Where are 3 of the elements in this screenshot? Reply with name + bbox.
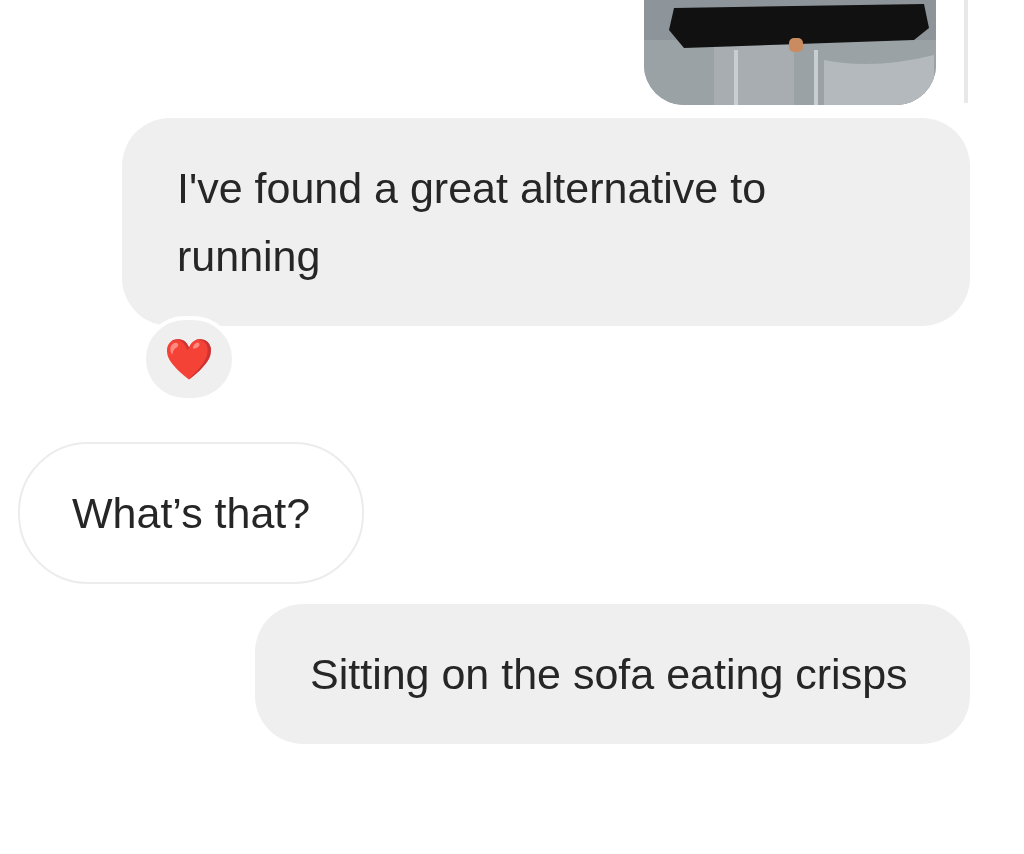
sent-message-bubble: I've found a great alternative to running — [122, 118, 970, 326]
received-message-bubble: What’s that? — [18, 442, 365, 584]
sent-message-bubble: Sitting on the sofa eating crisps — [255, 604, 970, 744]
